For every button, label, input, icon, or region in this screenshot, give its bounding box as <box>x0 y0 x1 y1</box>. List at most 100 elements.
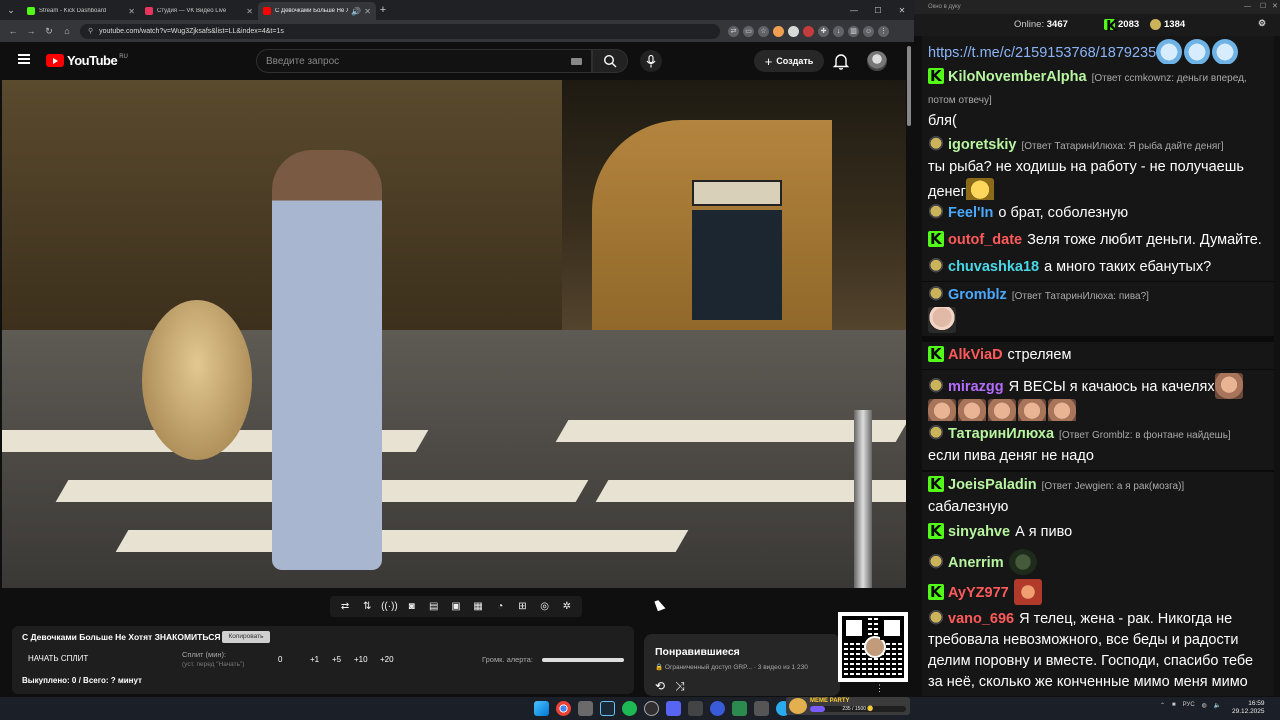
hamburger-menu-icon[interactable] <box>18 54 30 64</box>
notifications-bell-icon[interactable] <box>833 52 849 70</box>
settings-gear-icon[interactable]: ✲ <box>561 601 573 613</box>
tab-youtube-video[interactable]: С Девочками Больше Не Х 🔊 ✕ <box>258 2 376 20</box>
youtube-logo[interactable]: YouTube RU <box>46 53 128 68</box>
url-field[interactable]: ⚲ youtube.com/watch?v=Wug3Zjksafs&list=L… <box>80 23 720 39</box>
app-icon[interactable] <box>688 701 703 716</box>
close-icon[interactable]: ✕ <box>128 7 135 16</box>
site-info-icon[interactable]: ⚲ <box>88 27 93 35</box>
speed-gauge-icon[interactable]: ◔ <box>494 601 506 613</box>
chat-username[interactable]: sinyahve <box>948 524 1010 540</box>
chat-username[interactable]: vano_696 <box>948 611 1014 627</box>
app-icon[interactable] <box>754 701 769 716</box>
loop-icon[interactable]: ⇄ <box>339 601 351 613</box>
sort-icon[interactable]: ⇅ <box>361 601 373 613</box>
sidebar-icon[interactable]: ▥ <box>848 25 859 37</box>
extension-red-icon[interactable] <box>803 25 814 37</box>
obs-icon[interactable] <box>644 701 659 716</box>
system-clock[interactable]: 16:59 29.12.2025 <box>1232 700 1265 716</box>
close-icon[interactable]: ✕ <box>364 7 371 16</box>
chat-username[interactable]: Feel'In <box>948 205 993 221</box>
forward-icon[interactable]: → <box>22 26 40 36</box>
video-player[interactable] <box>2 80 906 588</box>
app-icon[interactable] <box>578 701 593 716</box>
tab-vk-studio[interactable]: Студия — VK Видео Live ✕ <box>140 2 258 20</box>
chat-link[interactable]: https://t.me/c/2159153768/1879235 <box>928 45 1156 61</box>
picture-in-picture-icon[interactable]: ▣ <box>450 601 462 613</box>
extensions-puzzle-icon[interactable]: ✚ <box>818 25 829 37</box>
more-options-icon[interactable]: ⋮ <box>875 683 884 694</box>
close-icon[interactable]: ✕ <box>246 7 253 16</box>
chat-username[interactable]: igoretskiy <box>948 137 1017 153</box>
search-input[interactable]: Введите запрос <box>256 49 592 73</box>
start-icon[interactable] <box>534 701 549 716</box>
translate-icon[interactable]: ⇄ <box>728 25 739 37</box>
chat-username[interactable]: outof_date <box>948 232 1022 248</box>
discord-icon[interactable] <box>666 701 681 716</box>
subtitles-icon[interactable]: ▦ <box>472 601 484 613</box>
page-scrollbar[interactable] <box>906 44 912 694</box>
add-frame-icon[interactable]: ⊞ <box>516 601 528 613</box>
maximize-icon[interactable]: ☐ <box>1260 0 1266 14</box>
network-icon[interactable]: ◍ <box>1202 702 1207 709</box>
reload-icon[interactable]: ↻ <box>40 26 58 37</box>
keyboard-icon[interactable] <box>571 57 582 65</box>
scrollbar-thumb[interactable] <box>907 46 911 126</box>
shuffle-icon[interactable]: ⤨ <box>675 679 685 694</box>
search-button[interactable] <box>592 49 628 73</box>
chrome-icon[interactable] <box>556 701 571 716</box>
chat-username[interactable]: ТатаринИлюха <box>948 426 1054 442</box>
steam-icon[interactable] <box>600 701 615 716</box>
bookmark-star-icon[interactable]: ☆ <box>758 25 769 37</box>
film-icon[interactable]: ▤ <box>428 601 440 613</box>
media-player-icon[interactable] <box>710 701 725 716</box>
playlist-panel[interactable]: Понравившиеся 🔒 Ограниченный доступ GRP.… <box>644 634 840 696</box>
tray-chevron-icon[interactable]: ⌃ <box>1160 702 1165 709</box>
chat-username[interactable]: chuvashka18 <box>948 259 1039 275</box>
record-icon[interactable]: ◙ <box>406 601 418 613</box>
menu-dots-icon[interactable]: ⋮ <box>878 25 889 37</box>
download-icon[interactable]: ↓ <box>833 25 844 37</box>
extension-orange-icon[interactable] <box>773 25 784 37</box>
cast-icon[interactable]: ▭ <box>743 25 754 37</box>
screenshot-camera-icon[interactable]: ◎ <box>539 601 551 613</box>
tab-search-icon[interactable]: ⌄ <box>0 0 22 20</box>
app-icon[interactable] <box>732 701 747 716</box>
chat-message-list[interactable]: https://t.me/c/2159153768/1879235 KiloNov… <box>922 36 1276 696</box>
maximize-icon[interactable]: ☐ <box>866 6 890 15</box>
back-icon[interactable]: ← <box>4 26 22 36</box>
account-avatar[interactable] <box>867 51 887 71</box>
chat-username[interactable]: Anerrim <box>948 555 1004 571</box>
speaker-icon[interactable]: 🔊 <box>351 7 361 16</box>
close-window-icon[interactable]: ✕ <box>890 6 914 15</box>
voice-search-button[interactable] <box>640 50 662 72</box>
language-indicator[interactable]: РУС <box>1183 702 1195 709</box>
tab-kick-dashboard[interactable]: Stream - Kick Dashboard ✕ <box>22 2 140 20</box>
alert-volume-slider[interactable] <box>542 658 624 662</box>
profile-icon[interactable]: ☺ <box>863 25 874 37</box>
minimize-icon[interactable]: — <box>1244 0 1251 14</box>
start-split-button[interactable]: НАЧАТЬ СПЛИТ <box>28 654 88 663</box>
chat-username[interactable]: Gromblz <box>948 287 1007 303</box>
chat-username[interactable]: mirazgg <box>948 379 1004 395</box>
create-button[interactable]: + Создать <box>754 50 824 72</box>
home-icon[interactable]: ⌂ <box>58 26 76 36</box>
extension-gray-icon[interactable] <box>788 25 799 37</box>
tray-app-icon[interactable]: ■ <box>1172 702 1176 709</box>
loop-playlist-icon[interactable]: ⟲ <box>655 679 665 694</box>
chat-settings-icon[interactable]: ⚙ <box>1258 18 1266 29</box>
copy-button[interactable]: Копировать <box>222 631 270 643</box>
chat-username[interactable]: KiloNovemberAlpha <box>948 69 1087 85</box>
add-1-button[interactable]: +1 <box>310 655 319 664</box>
chat-username[interactable]: AlkViaD <box>948 347 1003 363</box>
add-5-button[interactable]: +5 <box>332 655 341 664</box>
chat-scrollbar[interactable] <box>1274 36 1280 696</box>
volume-icon[interactable]: 🔈 <box>1214 702 1221 709</box>
add-10-button[interactable]: +10 <box>354 655 368 664</box>
chat-username[interactable]: AyYZ977 <box>948 585 1009 601</box>
minimize-icon[interactable]: — <box>842 6 866 15</box>
spotify-icon[interactable] <box>622 701 637 716</box>
add-20-button[interactable]: +20 <box>380 655 394 664</box>
chat-username[interactable]: JoeisPaladin <box>948 477 1037 493</box>
new-tab-button[interactable]: + <box>376 4 390 16</box>
close-window-icon[interactable]: ✕ <box>1272 0 1278 14</box>
